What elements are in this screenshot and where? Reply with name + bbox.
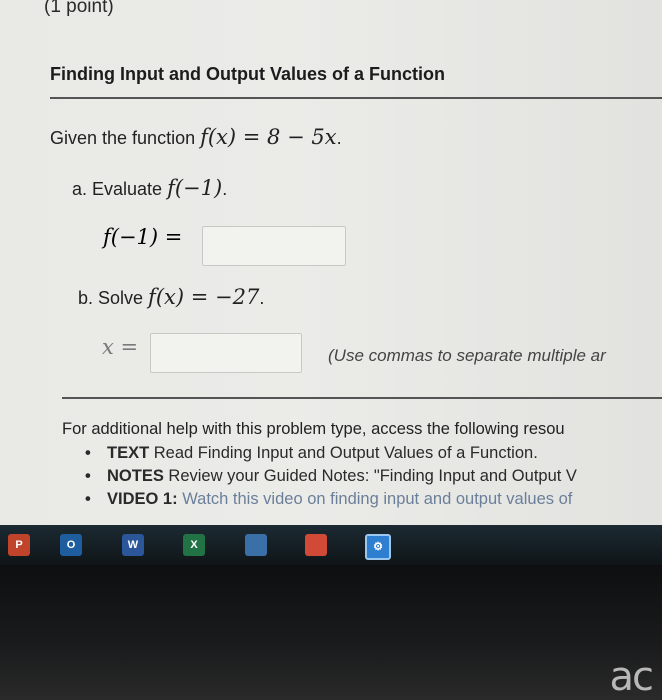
given-statement: Given the function f(x) = 8 − 5x. bbox=[50, 125, 342, 149]
brand-logo: ac bbox=[609, 654, 653, 700]
part-b-answer-label: x = bbox=[102, 335, 139, 359]
help-item-video[interactable]: • VIDEO 1: Watch this video on finding in… bbox=[85, 490, 577, 513]
part-b-answer-input[interactable] bbox=[150, 333, 302, 373]
help-list: • TEXT Read Finding Input and Output Valu… bbox=[85, 444, 577, 513]
part-b-hint: (Use commas to separate multiple ar bbox=[328, 346, 606, 365]
part-b-prompt: b. Solve f(x) = −27. bbox=[78, 285, 264, 309]
help-item-text[interactable]: • TEXT Read Finding Input and Output Valu… bbox=[85, 444, 577, 467]
settings-icon[interactable]: ⚙ bbox=[365, 534, 391, 560]
part-a-suffix: . bbox=[222, 179, 228, 199]
help-item-text-label: Watch this video on finding input and ou… bbox=[177, 490, 573, 508]
part-b-suffix: . bbox=[259, 288, 265, 308]
part-b-expr: f(x) = −27 bbox=[148, 285, 260, 309]
given-function: f(x) = 8 − 5x bbox=[200, 125, 337, 149]
bullet-icon: • bbox=[85, 444, 91, 462]
section-title: Finding Input and Output Values of a Fun… bbox=[50, 64, 445, 84]
section-divider bbox=[50, 97, 662, 99]
help-divider bbox=[62, 397, 662, 399]
screen: (1 point) Finding Input and Output Value… bbox=[0, 0, 662, 530]
part-a-answer-label: f(−1) = bbox=[103, 225, 183, 249]
bullet-icon: • bbox=[85, 490, 91, 508]
given-prefix: Given the function bbox=[50, 128, 201, 148]
word-icon[interactable]: W bbox=[122, 534, 144, 556]
store-icon[interactable] bbox=[245, 534, 267, 556]
bullet-icon: • bbox=[85, 467, 91, 485]
powerpoint-icon[interactable]: P bbox=[8, 534, 30, 556]
part-a-expr: f(−1) bbox=[167, 176, 223, 200]
office-icon[interactable] bbox=[305, 534, 327, 556]
part-b-label: b. Solve bbox=[78, 288, 149, 308]
part-b-answer-row: x = bbox=[102, 335, 138, 359]
given-suffix: . bbox=[336, 128, 342, 148]
part-a-prompt: a. Evaluate f(−1). bbox=[72, 176, 227, 200]
part-a-label: a. Evaluate bbox=[72, 179, 168, 199]
help-item-key: NOTES bbox=[107, 467, 164, 485]
help-item-notes[interactable]: • NOTES Review your Guided Notes: "Findin… bbox=[85, 467, 577, 490]
help-item-text-label: Read Finding Input and Output Values of … bbox=[149, 444, 538, 462]
point-label: (1 point) bbox=[44, 0, 114, 17]
outlook-icon[interactable]: O bbox=[60, 534, 82, 556]
help-item-text-label: Review your Guided Notes: "Finding Input… bbox=[163, 467, 577, 485]
taskbar: P O W X ⚙ bbox=[0, 525, 662, 565]
laptop-bezel: ac bbox=[0, 565, 662, 700]
part-a-answer-row: f(−1) = bbox=[103, 225, 182, 249]
help-item-key: VIDEO 1: bbox=[107, 490, 178, 508]
excel-icon[interactable]: X bbox=[183, 534, 205, 556]
help-item-key: TEXT bbox=[107, 444, 150, 462]
help-intro: For additional help with this problem ty… bbox=[62, 420, 565, 438]
part-a-answer-input[interactable] bbox=[202, 226, 346, 266]
